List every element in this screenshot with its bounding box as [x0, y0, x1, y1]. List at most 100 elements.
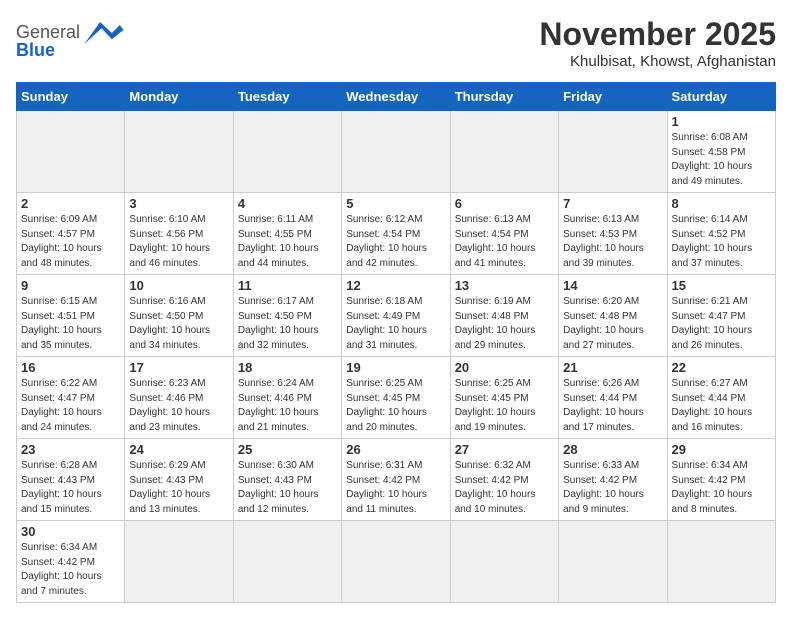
- day-number: 23: [21, 442, 120, 457]
- day-cell: 10 Sunrise: 6:16 AM Sunset: 4:50 PM Dayli…: [125, 275, 233, 357]
- day-cell: 12 Sunrise: 6:18 AM Sunset: 4:49 PM Dayli…: [342, 275, 450, 357]
- day-cell: 11 Sunrise: 6:17 AM Sunset: 4:50 PM Dayli…: [233, 275, 341, 357]
- day-cell: [233, 111, 341, 193]
- day-cell: 1Sunrise: 6:08 AM Sunset: 4:58 PM Daylig…: [667, 111, 775, 193]
- day-info: Sunrise: 6:25 AM Sunset: 4:45 PM Dayligh…: [455, 377, 554, 435]
- day-cell: [667, 521, 775, 603]
- day-info: Sunrise: 6:25 AM Sunset: 4:45 PM Dayligh…: [346, 377, 445, 435]
- day-info: Sunrise: 6:16 AM Sunset: 4:50 PM Dayligh…: [129, 295, 228, 353]
- day-info: Sunrise: 6:10 AM Sunset: 4:56 PM Dayligh…: [129, 213, 228, 271]
- weekday-header-row: SundayMondayTuesdayWednesdayThursdayFrid…: [17, 83, 776, 111]
- week-row-6: 30 Sunrise: 6:34 AM Sunset: 4:42 PM Dayli…: [17, 521, 776, 603]
- day-cell: [342, 111, 450, 193]
- day-info: Sunrise: 6:11 AM Sunset: 4:55 PM Dayligh…: [238, 213, 337, 271]
- weekday-tuesday: Tuesday: [233, 83, 341, 111]
- day-cell: [450, 521, 558, 603]
- day-cell: 29 Sunrise: 6:34 AM Sunset: 4:42 PM Dayli…: [667, 439, 775, 521]
- day-cell: 5 Sunrise: 6:12 AM Sunset: 4:54 PM Daylig…: [342, 193, 450, 275]
- day-cell: 26Sunrise: 6:31 AM Sunset: 4:42 PM Dayli…: [342, 439, 450, 521]
- day-info: Sunrise: 6:27 AM Sunset: 4:44 PM Dayligh…: [672, 377, 771, 435]
- day-number: 18: [238, 360, 337, 375]
- day-cell: 25Sunrise: 6:30 AM Sunset: 4:43 PM Dayli…: [233, 439, 341, 521]
- day-number: 12: [346, 278, 445, 293]
- day-number: 27: [455, 442, 554, 457]
- day-number: 16: [21, 360, 120, 375]
- day-number: 11: [238, 278, 337, 293]
- day-cell: 27 Sunrise: 6:32 AM Sunset: 4:42 PM Dayli…: [450, 439, 558, 521]
- day-cell: 24Sunrise: 6:29 AM Sunset: 4:43 PM Dayli…: [125, 439, 233, 521]
- day-number: 13: [455, 278, 554, 293]
- calendar: SundayMondayTuesdayWednesdayThursdayFrid…: [16, 82, 776, 603]
- week-row-2: 2Sunrise: 6:09 AM Sunset: 4:57 PM Daylig…: [17, 193, 776, 275]
- day-cell: [559, 521, 667, 603]
- day-info: Sunrise: 6:13 AM Sunset: 4:53 PM Dayligh…: [563, 213, 662, 271]
- day-cell: 2Sunrise: 6:09 AM Sunset: 4:57 PM Daylig…: [17, 193, 125, 275]
- day-number: 6: [455, 196, 554, 211]
- day-cell: 9 Sunrise: 6:15 AM Sunset: 4:51 PM Daylig…: [17, 275, 125, 357]
- day-number: 29: [672, 442, 771, 457]
- day-number: 7: [563, 196, 662, 211]
- weekday-saturday: Saturday: [667, 83, 775, 111]
- week-row-1: 1Sunrise: 6:08 AM Sunset: 4:58 PM Daylig…: [17, 111, 776, 193]
- day-info: Sunrise: 6:08 AM Sunset: 4:58 PM Dayligh…: [672, 131, 771, 189]
- day-info: Sunrise: 6:26 AM Sunset: 4:44 PM Dayligh…: [563, 377, 662, 435]
- day-cell: [450, 111, 558, 193]
- day-number: 3: [129, 196, 228, 211]
- day-info: Sunrise: 6:28 AM Sunset: 4:43 PM Dayligh…: [21, 459, 120, 517]
- day-number: 10: [129, 278, 228, 293]
- day-info: Sunrise: 6:33 AM Sunset: 4:42 PM Dayligh…: [563, 459, 662, 517]
- week-row-5: 23 Sunrise: 6:28 AM Sunset: 4:43 PM Dayli…: [17, 439, 776, 521]
- week-row-4: 16 Sunrise: 6:22 AM Sunset: 4:47 PM Dayli…: [17, 357, 776, 439]
- week-row-3: 9 Sunrise: 6:15 AM Sunset: 4:51 PM Daylig…: [17, 275, 776, 357]
- day-cell: 7 Sunrise: 6:13 AM Sunset: 4:53 PM Daylig…: [559, 193, 667, 275]
- day-cell: 15 Sunrise: 6:21 AM Sunset: 4:47 PM Dayli…: [667, 275, 775, 357]
- day-number: 14: [563, 278, 662, 293]
- day-cell: 18 Sunrise: 6:24 AM Sunset: 4:46 PM Dayli…: [233, 357, 341, 439]
- day-number: 21: [563, 360, 662, 375]
- weekday-friday: Friday: [559, 83, 667, 111]
- location: Khulbisat, Khowst, Afghanistan: [539, 53, 776, 70]
- day-info: Sunrise: 6:12 AM Sunset: 4:54 PM Dayligh…: [346, 213, 445, 271]
- day-cell: 30 Sunrise: 6:34 AM Sunset: 4:42 PM Dayli…: [17, 521, 125, 603]
- day-cell: [125, 521, 233, 603]
- day-info: Sunrise: 6:17 AM Sunset: 4:50 PM Dayligh…: [238, 295, 337, 353]
- day-cell: 23 Sunrise: 6:28 AM Sunset: 4:43 PM Dayli…: [17, 439, 125, 521]
- day-cell: [559, 111, 667, 193]
- day-info: Sunrise: 6:29 AM Sunset: 4:43 PM Dayligh…: [129, 459, 228, 517]
- day-cell: 20Sunrise: 6:25 AM Sunset: 4:45 PM Dayli…: [450, 357, 558, 439]
- logo-icon: [84, 22, 124, 44]
- day-number: 9: [21, 278, 120, 293]
- day-info: Sunrise: 6:19 AM Sunset: 4:48 PM Dayligh…: [455, 295, 554, 353]
- weekday-thursday: Thursday: [450, 83, 558, 111]
- logo: General Blue: [16, 16, 124, 61]
- day-info: Sunrise: 6:18 AM Sunset: 4:49 PM Dayligh…: [346, 295, 445, 353]
- day-info: Sunrise: 6:15 AM Sunset: 4:51 PM Dayligh…: [21, 295, 120, 353]
- day-number: 22: [672, 360, 771, 375]
- day-cell: 3 Sunrise: 6:10 AM Sunset: 4:56 PM Daylig…: [125, 193, 233, 275]
- day-info: Sunrise: 6:21 AM Sunset: 4:47 PM Dayligh…: [672, 295, 771, 353]
- day-number: 5: [346, 196, 445, 211]
- day-number: 17: [129, 360, 228, 375]
- day-number: 30: [21, 524, 120, 539]
- day-info: Sunrise: 6:34 AM Sunset: 4:42 PM Dayligh…: [672, 459, 771, 517]
- day-cell: 13 Sunrise: 6:19 AM Sunset: 4:48 PM Dayli…: [450, 275, 558, 357]
- weekday-sunday: Sunday: [17, 83, 125, 111]
- day-info: Sunrise: 6:34 AM Sunset: 4:42 PM Dayligh…: [21, 541, 120, 599]
- day-info: Sunrise: 6:32 AM Sunset: 4:42 PM Dayligh…: [455, 459, 554, 517]
- day-cell: 19Sunrise: 6:25 AM Sunset: 4:45 PM Dayli…: [342, 357, 450, 439]
- day-info: Sunrise: 6:13 AM Sunset: 4:54 PM Dayligh…: [455, 213, 554, 271]
- day-info: Sunrise: 6:24 AM Sunset: 4:46 PM Dayligh…: [238, 377, 337, 435]
- day-info: Sunrise: 6:22 AM Sunset: 4:47 PM Dayligh…: [21, 377, 120, 435]
- day-cell: 28Sunrise: 6:33 AM Sunset: 4:42 PM Dayli…: [559, 439, 667, 521]
- day-number: 26: [346, 442, 445, 457]
- day-info: Sunrise: 6:09 AM Sunset: 4:57 PM Dayligh…: [21, 213, 120, 271]
- weekday-wednesday: Wednesday: [342, 83, 450, 111]
- day-info: Sunrise: 6:23 AM Sunset: 4:46 PM Dayligh…: [129, 377, 228, 435]
- day-info: Sunrise: 6:14 AM Sunset: 4:52 PM Dayligh…: [672, 213, 771, 271]
- weekday-monday: Monday: [125, 83, 233, 111]
- day-cell: [342, 521, 450, 603]
- day-number: 15: [672, 278, 771, 293]
- day-cell: [233, 521, 341, 603]
- day-cell: 16 Sunrise: 6:22 AM Sunset: 4:47 PM Dayli…: [17, 357, 125, 439]
- day-number: 25: [238, 442, 337, 457]
